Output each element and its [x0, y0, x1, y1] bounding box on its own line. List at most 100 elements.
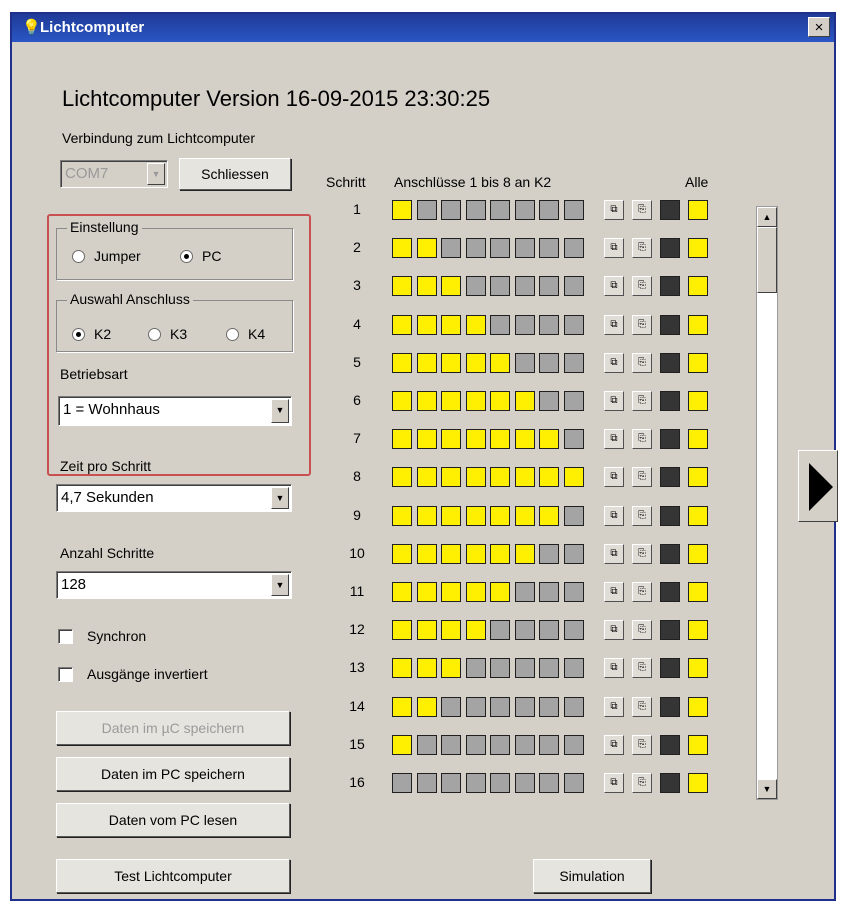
- port-cell[interactable]: [490, 620, 510, 641]
- all-on-button[interactable]: [688, 352, 708, 373]
- port-cell[interactable]: [539, 543, 559, 564]
- anzahl-select[interactable]: 128 ▼: [56, 571, 292, 599]
- all-off-button[interactable]: [660, 543, 680, 564]
- port-cell[interactable]: [416, 391, 437, 411]
- port-cell[interactable]: [563, 773, 584, 793]
- port-cell[interactable]: [514, 773, 535, 793]
- port-cell[interactable]: [392, 773, 412, 793]
- port-cell[interactable]: [514, 467, 535, 488]
- all-on-button[interactable]: [688, 620, 708, 641]
- all-on-button[interactable]: [688, 429, 708, 450]
- port-cell[interactable]: [416, 314, 437, 335]
- port-cell[interactable]: [392, 314, 412, 335]
- port-cell[interactable]: [514, 658, 535, 679]
- port-cell[interactable]: [392, 276, 412, 297]
- port-cell[interactable]: [465, 734, 486, 755]
- port-cell[interactable]: [416, 582, 437, 602]
- port-cell[interactable]: [441, 696, 461, 717]
- radio-k4[interactable]: K4: [226, 326, 265, 342]
- port-cell[interactable]: [392, 658, 412, 679]
- all-on-button[interactable]: [688, 314, 708, 335]
- port-cell[interactable]: [441, 314, 461, 335]
- copy-icon[interactable]: ⧉: [604, 429, 624, 450]
- save-pc-button[interactable]: Daten im PC speichern: [56, 757, 290, 791]
- port-cell[interactable]: [539, 238, 559, 259]
- port-cell[interactable]: [514, 352, 535, 373]
- port-cell[interactable]: [563, 200, 584, 220]
- all-on-button[interactable]: [688, 276, 708, 297]
- port-cell[interactable]: [514, 314, 535, 335]
- paste-icon[interactable]: ⎘: [632, 238, 652, 259]
- all-off-button[interactable]: [660, 429, 680, 450]
- port-cell[interactable]: [416, 696, 437, 717]
- paste-icon[interactable]: ⎘: [632, 582, 652, 602]
- port-cell[interactable]: [563, 352, 584, 373]
- port-cell[interactable]: [514, 391, 535, 411]
- port-cell[interactable]: [465, 276, 486, 297]
- radio-jumper[interactable]: Jumper: [72, 248, 141, 264]
- copy-icon[interactable]: ⧉: [604, 582, 624, 602]
- port-cell[interactable]: [490, 200, 510, 220]
- port-cell[interactable]: [490, 582, 510, 602]
- port-cell[interactable]: [465, 352, 486, 373]
- radio-k2[interactable]: K2: [72, 326, 111, 342]
- port-cell[interactable]: [563, 734, 584, 755]
- port-cell[interactable]: [490, 314, 510, 335]
- port-cell[interactable]: [392, 582, 412, 602]
- all-on-button[interactable]: [688, 467, 708, 488]
- port-cell[interactable]: [490, 429, 510, 450]
- port-cell[interactable]: [539, 467, 559, 488]
- port-cell[interactable]: [539, 696, 559, 717]
- betriebsart-select[interactable]: 1 = Wohnhaus ▼: [58, 396, 292, 426]
- port-cell[interactable]: [490, 391, 510, 411]
- paste-icon[interactable]: ⎘: [632, 773, 652, 793]
- port-cell[interactable]: [416, 734, 437, 755]
- radio-k3[interactable]: K3: [148, 326, 187, 342]
- copy-icon[interactable]: ⧉: [604, 314, 624, 335]
- save-uc-button[interactable]: Daten im µC speichern: [56, 711, 290, 745]
- port-cell[interactable]: [392, 696, 412, 717]
- port-cell[interactable]: [563, 620, 584, 641]
- test-button[interactable]: Test Lichtcomputer: [56, 859, 290, 893]
- all-off-button[interactable]: [660, 734, 680, 755]
- port-cell[interactable]: [441, 505, 461, 526]
- all-off-button[interactable]: [660, 467, 680, 488]
- copy-icon[interactable]: ⧉: [604, 620, 624, 641]
- paste-icon[interactable]: ⎘: [632, 543, 652, 564]
- paste-icon[interactable]: ⎘: [632, 696, 652, 717]
- port-cell[interactable]: [416, 276, 437, 297]
- port-cell[interactable]: [514, 276, 535, 297]
- port-cell[interactable]: [563, 658, 584, 679]
- port-cell[interactable]: [490, 658, 510, 679]
- port-cell[interactable]: [539, 314, 559, 335]
- copy-icon[interactable]: ⧉: [604, 467, 624, 488]
- port-cell[interactable]: [441, 734, 461, 755]
- port-cell[interactable]: [416, 429, 437, 450]
- port-cell[interactable]: [563, 696, 584, 717]
- scroll-down-icon[interactable]: ▼: [757, 779, 777, 799]
- close-button[interactable]: ×: [808, 17, 830, 37]
- all-off-button[interactable]: [660, 658, 680, 679]
- port-cell[interactable]: [563, 582, 584, 602]
- port-cell[interactable]: [392, 238, 412, 259]
- all-off-button[interactable]: [660, 696, 680, 717]
- port-cell[interactable]: [465, 620, 486, 641]
- copy-icon[interactable]: ⧉: [604, 238, 624, 259]
- port-cell[interactable]: [563, 429, 584, 450]
- paste-icon[interactable]: ⎘: [632, 200, 652, 220]
- port-cell[interactable]: [490, 773, 510, 793]
- paste-icon[interactable]: ⎘: [632, 429, 652, 450]
- port-cell[interactable]: [441, 543, 461, 564]
- copy-icon[interactable]: ⧉: [604, 543, 624, 564]
- port-cell[interactable]: [441, 238, 461, 259]
- port-cell[interactable]: [416, 773, 437, 793]
- port-cell[interactable]: [465, 200, 486, 220]
- copy-icon[interactable]: ⧉: [604, 276, 624, 297]
- zeit-select[interactable]: 4,7 Sekunden ▼: [56, 484, 292, 512]
- scrollbar[interactable]: ▲ ▼: [756, 206, 778, 800]
- copy-icon[interactable]: ⧉: [604, 200, 624, 220]
- port-cell[interactable]: [441, 773, 461, 793]
- port-cell[interactable]: [490, 238, 510, 259]
- port-cell[interactable]: [490, 352, 510, 373]
- port-cell[interactable]: [514, 620, 535, 641]
